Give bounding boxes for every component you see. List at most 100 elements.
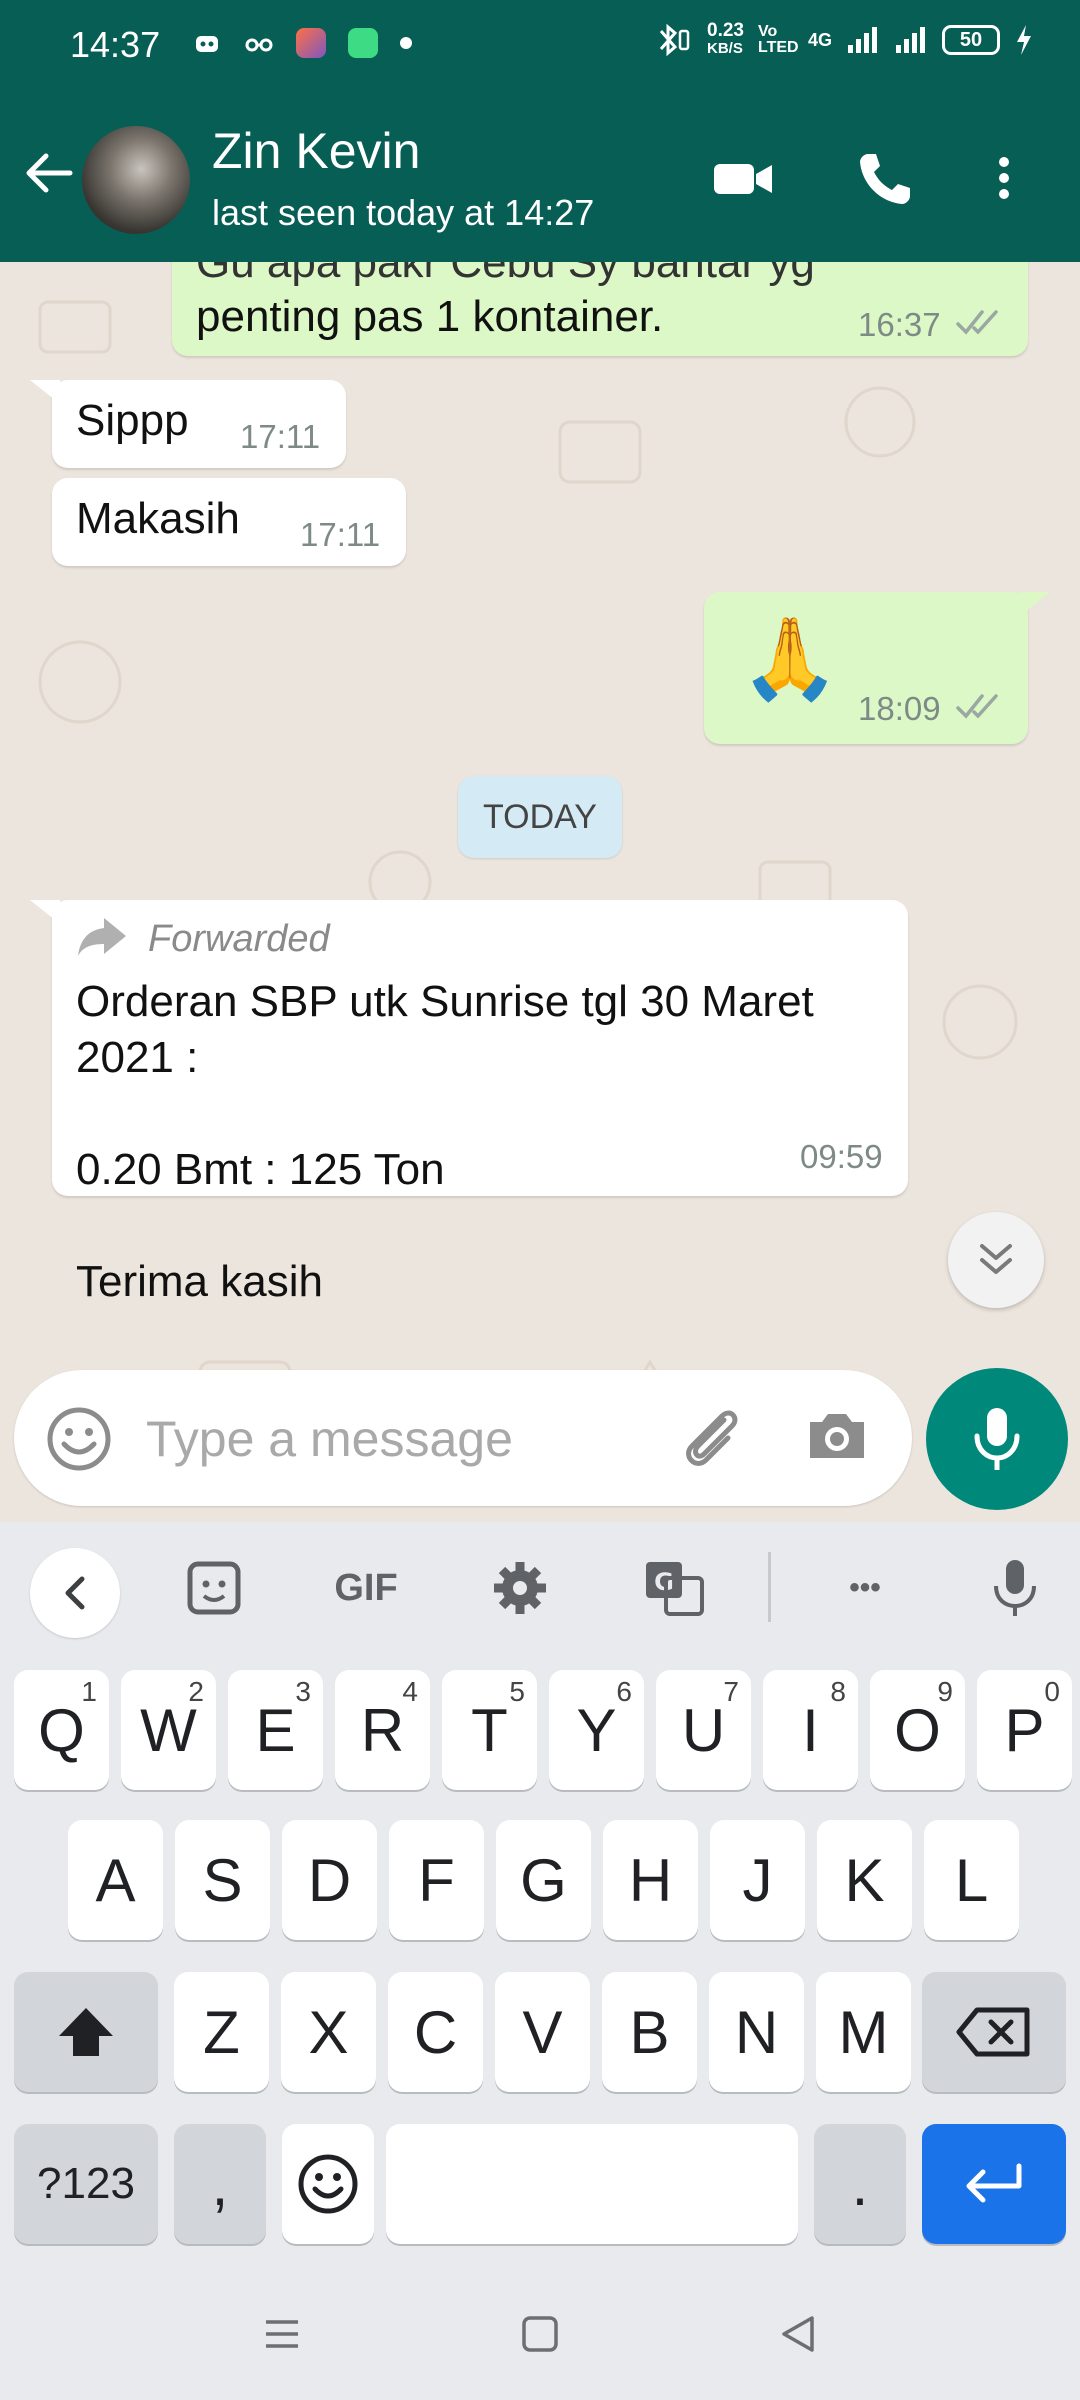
key-x[interactable]: X xyxy=(281,1972,376,2092)
key-a[interactable]: A xyxy=(68,1820,163,1940)
voice-call-icon[interactable] xyxy=(854,148,920,208)
network-type: 4G xyxy=(807,29,832,50)
contact-name[interactable]: Zin Kevin xyxy=(212,122,420,180)
forwarded-label: Forwarded xyxy=(148,918,330,960)
key-label: B xyxy=(629,1998,670,2066)
emoji-icon[interactable] xyxy=(46,1406,112,1472)
collapse-toolbar-button[interactable] xyxy=(30,1548,120,1638)
key-o[interactable]: O9 xyxy=(870,1670,965,1790)
voice-message-button[interactable] xyxy=(926,1368,1068,1510)
back-arrow-icon[interactable] xyxy=(20,144,78,202)
shift-key[interactable] xyxy=(14,1972,158,2092)
home-icon[interactable] xyxy=(518,2312,562,2356)
voice-input-icon[interactable] xyxy=(990,1556,1040,1620)
key-number-hint: 9 xyxy=(937,1676,953,1707)
key-label: R xyxy=(360,1696,405,1764)
attachment-icon[interactable] xyxy=(674,1400,750,1476)
keyboard: GIF G ••• ?123 , . Q1W2E3R4T5Y6U7I8O9P0A… xyxy=(0,1522,1080,2270)
message-text-partial: Gu apa pakr Cebu Sy bantar yg xyxy=(196,262,815,287)
read-receipt-icon xyxy=(956,694,998,719)
message-text: Sippp xyxy=(76,396,189,445)
video-call-icon[interactable] xyxy=(710,148,776,208)
key-d[interactable]: D xyxy=(282,1820,377,1940)
date-separator: TODAY xyxy=(458,776,622,858)
gif-button[interactable]: GIF xyxy=(326,1556,406,1620)
camera-icon[interactable] xyxy=(804,1406,870,1466)
key-z[interactable]: Z xyxy=(174,1972,269,2092)
praying-hands-emoji: 🙏 xyxy=(740,614,840,703)
backspace-icon xyxy=(956,2007,1030,2057)
period-key[interactable]: . xyxy=(814,2124,906,2244)
key-number-hint: 7 xyxy=(723,1676,739,1707)
emoji-key[interactable] xyxy=(282,2124,374,2244)
keyboard-toolbar: GIF G ••• xyxy=(0,1522,1080,1654)
key-number-hint: 4 xyxy=(402,1676,418,1707)
key-c[interactable]: C xyxy=(388,1972,483,2092)
message-time: 09:59 xyxy=(800,1138,883,1175)
system-navigation-bar xyxy=(0,2270,1080,2400)
chat-area[interactable]: Gu apa pakr Cebu Sy bantar yg penting pa… xyxy=(0,262,1080,1522)
backspace-key[interactable] xyxy=(922,1972,1066,2092)
last-seen-status[interactable]: last seen today at 14:27 xyxy=(212,192,594,234)
message-bubble-outgoing[interactable]: Gu apa pakr Cebu Sy bantar yg penting pa… xyxy=(172,262,1028,356)
bubble-tail xyxy=(30,900,60,924)
message-bubble-incoming[interactable]: Sippp 17:11 xyxy=(52,380,346,468)
key-r[interactable]: R4 xyxy=(335,1670,430,1790)
key-label: F xyxy=(418,1846,455,1914)
more-options-icon[interactable] xyxy=(984,148,1024,208)
message-bubble-forwarded[interactable]: Forwarded Orderan SBP utk Sunrise tgl 30… xyxy=(52,900,908,1306)
enter-arrow-icon xyxy=(966,2163,1022,2203)
read-receipt-icon xyxy=(956,310,998,335)
key-label: C xyxy=(413,1998,458,2066)
key-f[interactable]: F xyxy=(389,1820,484,1940)
key-u[interactable]: U7 xyxy=(656,1670,751,1790)
translate-icon[interactable]: G xyxy=(642,1556,706,1620)
calculator-app-icon xyxy=(348,28,378,58)
recent-apps-icon[interactable] xyxy=(260,2312,304,2356)
key-t[interactable]: T5 xyxy=(442,1670,537,1790)
key-e[interactable]: E3 xyxy=(228,1670,323,1790)
key-v[interactable]: V xyxy=(495,1972,590,2092)
message-input[interactable]: Type a message xyxy=(146,1410,513,1468)
settings-gear-icon[interactable] xyxy=(490,1556,550,1620)
double-chevron-down-icon xyxy=(980,1244,1012,1274)
sticker-icon[interactable] xyxy=(184,1556,244,1620)
enter-key[interactable] xyxy=(922,2124,1066,2244)
key-b[interactable]: B xyxy=(602,1972,697,2092)
key-label: M xyxy=(838,1998,889,2066)
message-composer[interactable]: Type a message xyxy=(14,1370,912,1506)
notification-icons xyxy=(192,28,412,58)
space-key[interactable] xyxy=(386,2124,798,2244)
message-time: 17:11 xyxy=(240,418,321,455)
key-m[interactable]: M xyxy=(816,1972,911,2092)
key-y[interactable]: Y6 xyxy=(549,1670,644,1790)
key-g[interactable]: G xyxy=(496,1820,591,1940)
glasses-icon xyxy=(245,38,273,52)
message-bubble-incoming[interactable]: Makasih 17:11 xyxy=(52,478,406,566)
key-s[interactable]: S xyxy=(175,1820,270,1940)
key-label: G xyxy=(520,1846,567,1914)
key-k[interactable]: K xyxy=(817,1820,912,1940)
scroll-to-bottom-button[interactable] xyxy=(948,1212,1044,1308)
contact-avatar[interactable] xyxy=(82,126,190,234)
system-icons: 0.23 KB/S Vo LTED 4G 50 xyxy=(653,21,1034,58)
key-l[interactable]: L xyxy=(924,1820,1019,1940)
key-label: D xyxy=(307,1846,352,1914)
comma-key[interactable]: , xyxy=(174,2124,266,2244)
back-nav-icon[interactable] xyxy=(776,2312,820,2356)
key-p[interactable]: P0 xyxy=(977,1670,1072,1790)
key-label: U xyxy=(681,1696,726,1764)
microphone-icon xyxy=(974,1408,1020,1470)
key-i[interactable]: I8 xyxy=(763,1670,858,1790)
key-j[interactable]: J xyxy=(710,1820,805,1940)
key-h[interactable]: H xyxy=(603,1820,698,1940)
message-bubble-outgoing[interactable]: 🙏 18:09 xyxy=(704,592,1028,744)
key-label: X xyxy=(308,1998,349,2066)
key-q[interactable]: Q1 xyxy=(14,1670,109,1790)
key-label: H xyxy=(628,1846,673,1914)
more-toolbar-button[interactable]: ••• xyxy=(830,1556,900,1620)
message-time: 16:37 xyxy=(858,306,941,343)
key-w[interactable]: W2 xyxy=(121,1670,216,1790)
symbols-key[interactable]: ?123 xyxy=(14,2124,158,2244)
key-n[interactable]: N xyxy=(709,1972,804,2092)
